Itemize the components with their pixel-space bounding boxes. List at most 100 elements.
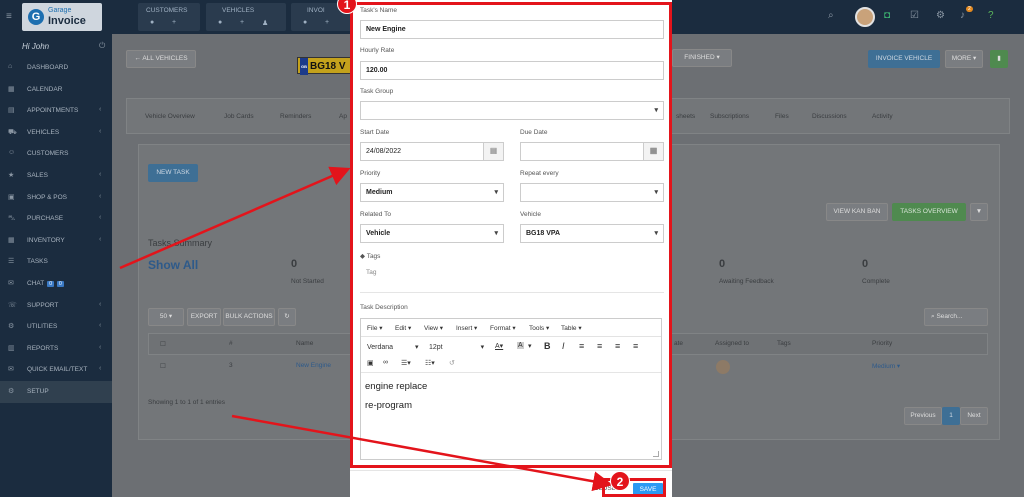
tasks-overview-button[interactable]: TASKS OVERVIEW — [892, 203, 966, 221]
tab-timesheets[interactable]: sheets — [676, 113, 695, 120]
cogs-icon: ⚙ — [8, 323, 15, 331]
chat-badge: 0 — [47, 280, 54, 287]
tab-ap[interactable]: Ap — [339, 113, 347, 120]
chevron-left-icon: ‹ — [99, 300, 102, 308]
invoice-vehicle-button[interactable]: INVOICE VEHICLE — [868, 50, 940, 68]
sidebar-item-purchase[interactable]: ⛍ PURCHASE ‹ — [0, 208, 112, 230]
sidebar-item-tasks[interactable]: ☰ TASKS — [0, 251, 112, 273]
bulk-actions-button[interactable]: BULK ACTIONS — [223, 308, 275, 326]
more-button[interactable]: MORE ▾ — [945, 50, 983, 68]
add-icon[interactable]: + — [325, 19, 329, 26]
quick-vehicles[interactable]: VEHICLES ● + ♟ — [206, 3, 286, 31]
highlight-box-form — [350, 2, 672, 468]
chevron-left-icon: ‹ — [99, 322, 102, 330]
previous-button[interactable]: Previous — [904, 407, 942, 425]
sidebar-item-utilities[interactable]: ⚙ UTILITIES ‹ — [0, 316, 112, 338]
sidebar-item-inventory[interactable]: ▦ INVENTORY ‹ — [0, 230, 112, 252]
tab-files[interactable]: Files — [775, 113, 789, 120]
chevron-left-icon: ‹ — [99, 170, 102, 178]
sidebar-item-label: REPORTS — [27, 344, 59, 352]
summary-count: 0 — [862, 258, 869, 270]
sidebar-item-quick-email[interactable]: ✉ QUICK EMAIL/TEXT ‹ — [0, 359, 112, 381]
row-id: 3 — [229, 362, 233, 369]
add-icon[interactable]: + — [172, 19, 176, 26]
chart-icon: ▥ — [8, 344, 15, 352]
sidebar-item-reports[interactable]: ▥ REPORTS ‹ — [0, 338, 112, 360]
header-tags[interactable]: Tags — [777, 340, 791, 347]
timer-icon[interactable]: ◘ — [884, 10, 890, 21]
sidebar-item-shop-pos[interactable]: ▣ SHOP & POS ‹ — [0, 187, 112, 209]
reload-button[interactable]: ↻ — [278, 308, 296, 326]
sidebar-item-label: APPOINTMENTS — [27, 107, 79, 115]
row-checkbox[interactable]: ☐ — [160, 362, 166, 370]
header-assigned[interactable]: Assigned to — [715, 340, 749, 347]
tab-reminders[interactable]: Reminders — [280, 113, 311, 120]
sidebar-item-support[interactable]: ☏ SUPPORT ‹ — [0, 295, 112, 317]
bell-icon[interactable]: ♪ — [960, 10, 965, 21]
new-task-button[interactable]: NEW TASK — [148, 164, 198, 182]
view-icon[interactable]: ● — [303, 19, 307, 26]
page-number[interactable]: 1 — [942, 407, 960, 425]
chat-icon: ✉ — [8, 279, 14, 287]
search-icon[interactable]: ⌕ — [828, 10, 834, 21]
gear-icon[interactable]: ⚙ — [936, 10, 945, 21]
sidebar-item-sales[interactable]: ★ SALES ‹ — [0, 165, 112, 187]
sidebar-item-customers[interactable]: ☺ CUSTOMERS — [0, 143, 112, 165]
table-search-input[interactable]: ⌕ Search... — [924, 308, 988, 326]
sidebar-item-setup[interactable]: ⚙ SETUP — [0, 380, 112, 403]
sidebar-item-dashboard[interactable]: ⌂ DASHBOARD — [0, 57, 112, 79]
chevron-left-icon: ‹ — [99, 214, 102, 222]
row-task-name[interactable]: New Engine — [296, 362, 331, 369]
checklist-icon[interactable]: ☑ — [910, 10, 919, 21]
quick-invoices-label: INVOI — [307, 7, 325, 14]
view-icon[interactable]: ● — [150, 19, 154, 26]
add-icon[interactable]: + — [240, 19, 244, 26]
finished-dropdown[interactable]: FINISHED ▾ — [672, 49, 732, 67]
summary-label: Complete — [862, 278, 890, 285]
plate-text: BG18 V — [310, 61, 346, 73]
show-all-link[interactable]: Show All — [148, 258, 198, 272]
next-button[interactable]: Next — [960, 407, 988, 425]
view-icon[interactable]: ● — [218, 19, 222, 26]
sidebar-item-calendar[interactable]: ▦ CALENDAR — [0, 79, 112, 101]
sidebar-nav: ⌂ DASHBOARD ▦ CALENDAR ▤ APPOINTMENTS ‹ ⛟ VEH… — [0, 57, 112, 403]
power-icon[interactable]: ⏻ — [99, 41, 105, 51]
tab-vehicle-overview[interactable]: Vehicle Overview — [145, 113, 195, 120]
sidebar-item-label: DASHBOARD — [27, 64, 69, 71]
header-name[interactable]: Name — [296, 340, 313, 347]
sidebar-item-label: SHOP & POS — [27, 193, 67, 201]
pin-button[interactable]: ▮ — [990, 50, 1008, 68]
tasks-summary-title: Tasks Summary — [148, 238, 213, 248]
export-button[interactable]: EXPORT — [187, 308, 221, 326]
person-icon[interactable]: ♟ — [262, 19, 268, 27]
tab-subscriptions[interactable]: Subscriptions — [710, 113, 749, 120]
row-priority[interactable]: Medium ▾ — [872, 362, 900, 370]
select-all-checkbox[interactable]: ☐ — [160, 340, 166, 348]
table-info: Showing 1 to 1 of 1 entries — [148, 399, 225, 406]
plate-badge: GB BG18 V — [297, 57, 353, 75]
help-icon[interactable]: ? — [988, 10, 994, 21]
sidebar: Hi John ⏻ ⌂ DASHBOARD ▦ CALENDAR ▤ APPOINTM… — [0, 34, 112, 497]
sidebar-item-chat[interactable]: ✉ CHAT 0 0 — [0, 273, 112, 295]
tab-discussions[interactable]: Discussions — [812, 113, 847, 120]
sidebar-item-appointments[interactable]: ▤ APPOINTMENTS ‹ — [0, 100, 112, 122]
tab-job-cards[interactable]: Job Cards — [224, 113, 254, 120]
quick-customers-label: CUSTOMERS — [146, 7, 188, 14]
app-logo[interactable]: G Garage Invoice — [22, 3, 102, 31]
page-length-select[interactable]: 50 ▾ — [148, 308, 184, 326]
box-icon: ▦ — [8, 236, 15, 244]
filter-button[interactable]: ▼ — [970, 203, 988, 221]
menu-icon[interactable]: ≡ — [6, 11, 12, 22]
tab-activity[interactable]: Activity — [872, 113, 893, 120]
star-icon: ★ — [8, 171, 15, 179]
sidebar-item-vehicles[interactable]: ⛟ VEHICLES ‹ — [0, 122, 112, 144]
header-priority[interactable]: Priority — [872, 340, 892, 347]
user-avatar[interactable] — [855, 7, 875, 27]
step-marker-2: 2 — [610, 471, 630, 491]
view-kanban-button[interactable]: VIEW KAN BAN — [826, 203, 888, 221]
chevron-left-icon: ‹ — [99, 235, 102, 243]
header-date[interactable]: ate — [674, 340, 683, 347]
header-id[interactable]: # — [229, 340, 233, 347]
all-vehicles-button[interactable]: ← ALL VEHICLES — [126, 50, 196, 68]
quick-customers[interactable]: CUSTOMERS ● + — [138, 3, 200, 31]
